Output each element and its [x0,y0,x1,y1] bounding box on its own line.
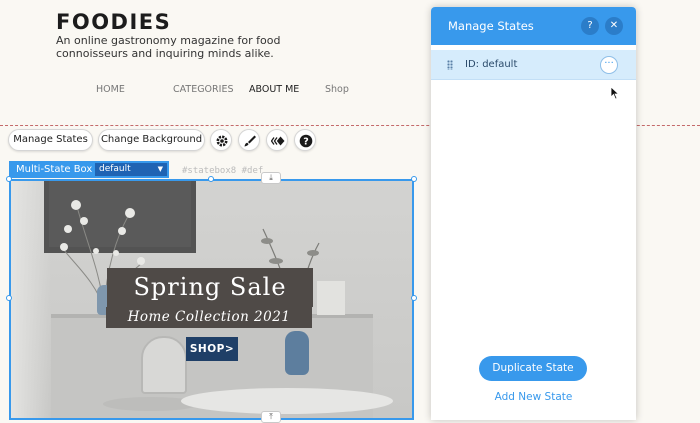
glass-dome [141,336,187,394]
mouse-cursor-icon [610,86,620,100]
nav-shop[interactable]: Shop [325,84,349,95]
animation-icon[interactable] [266,129,288,151]
state-label: ID: default [465,59,518,70]
resize-handle-top-left[interactable] [6,176,12,182]
resize-handle-top-right[interactable] [411,176,417,182]
state-dropdown-value: default [99,164,131,174]
close-icon[interactable]: ✕ [605,17,623,35]
resize-handle-left[interactable] [6,295,12,301]
site-brand: FOODIES [56,10,172,34]
nav-categories[interactable]: CATEGORIES [173,84,233,95]
stretch-up-icon[interactable]: ⤒ [261,411,281,423]
drag-handle-icon[interactable] [447,60,453,70]
nav-about-me[interactable]: ABOUT ME [249,84,299,95]
nav-home[interactable]: HOME [96,84,125,95]
stretch-down-icon[interactable]: ⤓ [261,172,281,184]
chevron-down-icon: ▼ [157,165,163,173]
brush-icon[interactable] [238,129,260,151]
more-options-icon[interactable]: ··· [600,56,618,74]
add-new-state-link[interactable]: Add New State [431,391,636,403]
gear-icon[interactable] [210,129,232,151]
resize-handle-right[interactable] [411,295,417,301]
change-background-button[interactable]: Change Background [98,129,205,151]
multi-state-box-title: Multi-State Box [16,164,93,175]
svg-text:?: ? [303,136,309,147]
manage-states-button[interactable]: Manage States [8,129,93,151]
state-row-default[interactable]: ID: default ··· [431,50,636,80]
resize-handle-top-center[interactable] [208,176,214,182]
help-icon[interactable]: ? [294,129,316,151]
books [317,281,345,315]
round-table [181,388,393,414]
shop-button[interactable]: SHOP> [186,337,238,361]
hero-headline[interactable]: Spring Sale [107,268,313,307]
panel-title: Manage States [448,19,534,33]
blue-vase-right [285,331,309,375]
state-dropdown[interactable]: default ▼ [95,163,167,176]
site-tagline: An online gastronomy magazine for food c… [56,34,281,60]
manage-states-panel: Manage States ? ✕ ID: default ··· Duplic… [431,7,636,420]
element-id-hint: #statebox8 #def [182,166,264,176]
panel-header: Manage States ? ✕ [431,7,636,45]
duplicate-state-button[interactable]: Duplicate State [479,356,587,381]
hero-subheadline[interactable]: Home Collection 2021 [106,307,312,328]
help-icon[interactable]: ? [581,17,599,35]
